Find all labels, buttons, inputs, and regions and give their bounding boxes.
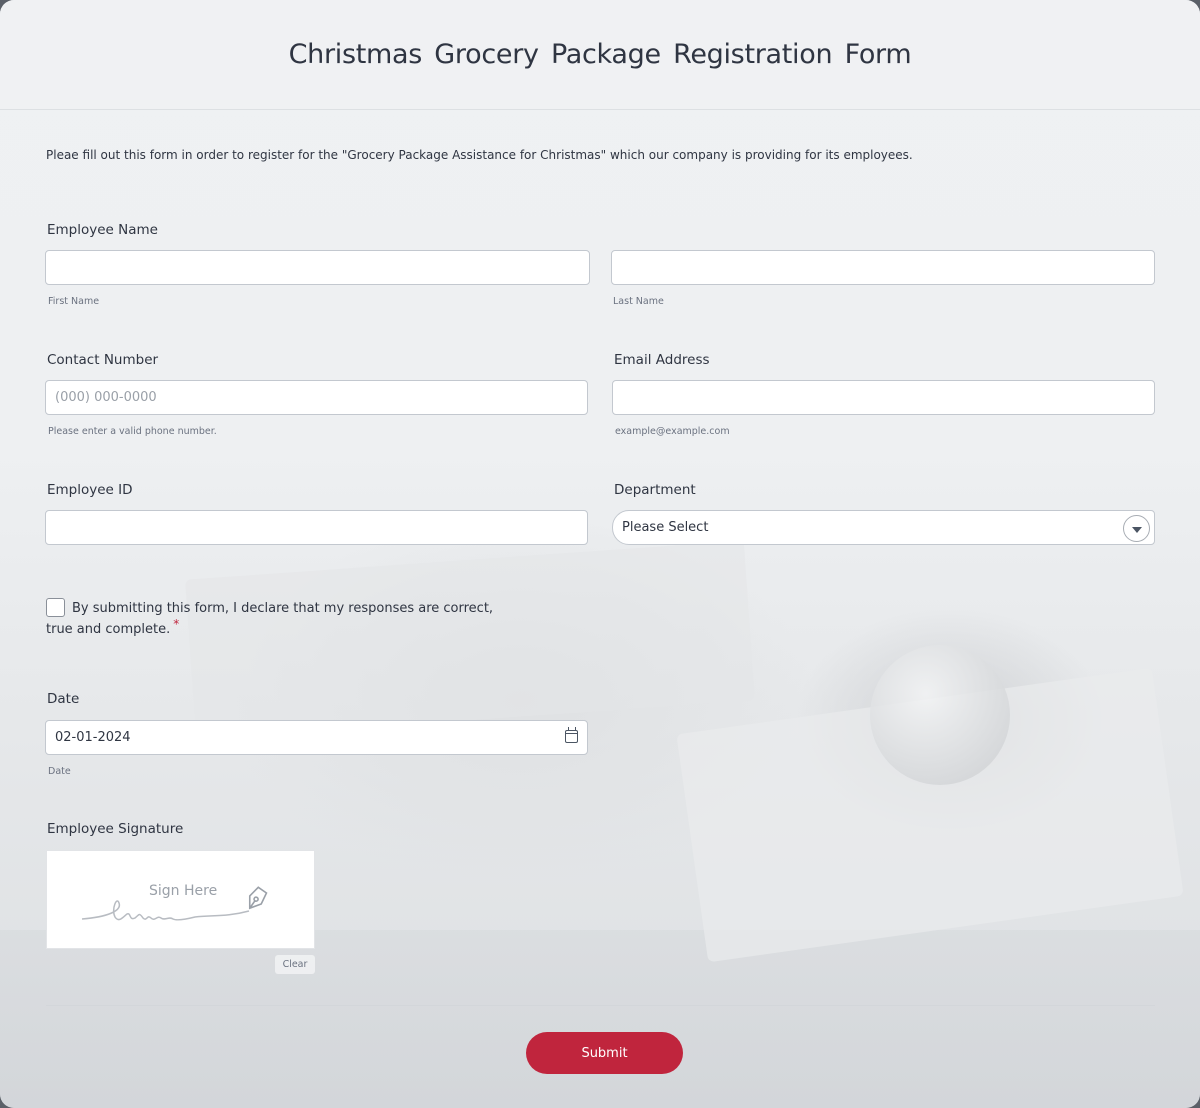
contact-number-label: Contact Number [47, 352, 159, 368]
first-name-input[interactable] [45, 250, 590, 285]
form-intro: Pleae fill out this form in order to reg… [46, 148, 913, 162]
department-select[interactable]: Please Select [612, 510, 1155, 545]
employee-id-label: Employee ID [47, 482, 133, 498]
last-name-sublabel: Last Name [613, 296, 664, 307]
background-wood [0, 930, 1200, 1108]
calendar-icon[interactable] [565, 727, 578, 743]
chevron-down-icon[interactable] [1123, 515, 1150, 542]
form-title: Christmas Grocery Package Registration F… [288, 39, 912, 70]
background-gift-box [185, 540, 755, 740]
declaration-text: By submitting this form, I declare that … [46, 598, 516, 640]
date-input[interactable] [45, 720, 588, 755]
form-header: Christmas Grocery Package Registration F… [0, 0, 1200, 110]
background-ornament [870, 645, 1010, 785]
divider [46, 1005, 1155, 1006]
contact-number-input[interactable] [45, 380, 588, 415]
last-name-input[interactable] [611, 250, 1155, 285]
email-label: Email Address [614, 352, 710, 368]
first-name-sublabel: First Name [48, 296, 100, 307]
date-label: Date [47, 691, 80, 707]
submit-button[interactable]: Submit [526, 1032, 683, 1074]
department-selected-value: Please Select [622, 520, 709, 535]
form-page: Christmas Grocery Package Registration F… [0, 0, 1200, 1108]
contact-number-sublabel: Please enter a valid phone number. [48, 426, 217, 437]
signature-pad[interactable]: Sign Here [46, 850, 315, 949]
employee-id-input[interactable] [45, 510, 588, 545]
declaration-label: By submitting this form, I declare that … [46, 601, 494, 637]
date-sublabel: Date [48, 766, 71, 777]
clear-signature-button[interactable]: Clear [275, 955, 315, 974]
background-gift-box [676, 667, 1184, 963]
signature-label: Employee Signature [47, 821, 184, 837]
employee-name-label: Employee Name [47, 222, 158, 238]
signature-placeholder: Sign Here [149, 883, 218, 899]
email-sublabel: example@example.com [615, 426, 730, 437]
required-marker: * [173, 617, 180, 631]
department-label: Department [614, 482, 696, 498]
email-input[interactable] [612, 380, 1155, 415]
